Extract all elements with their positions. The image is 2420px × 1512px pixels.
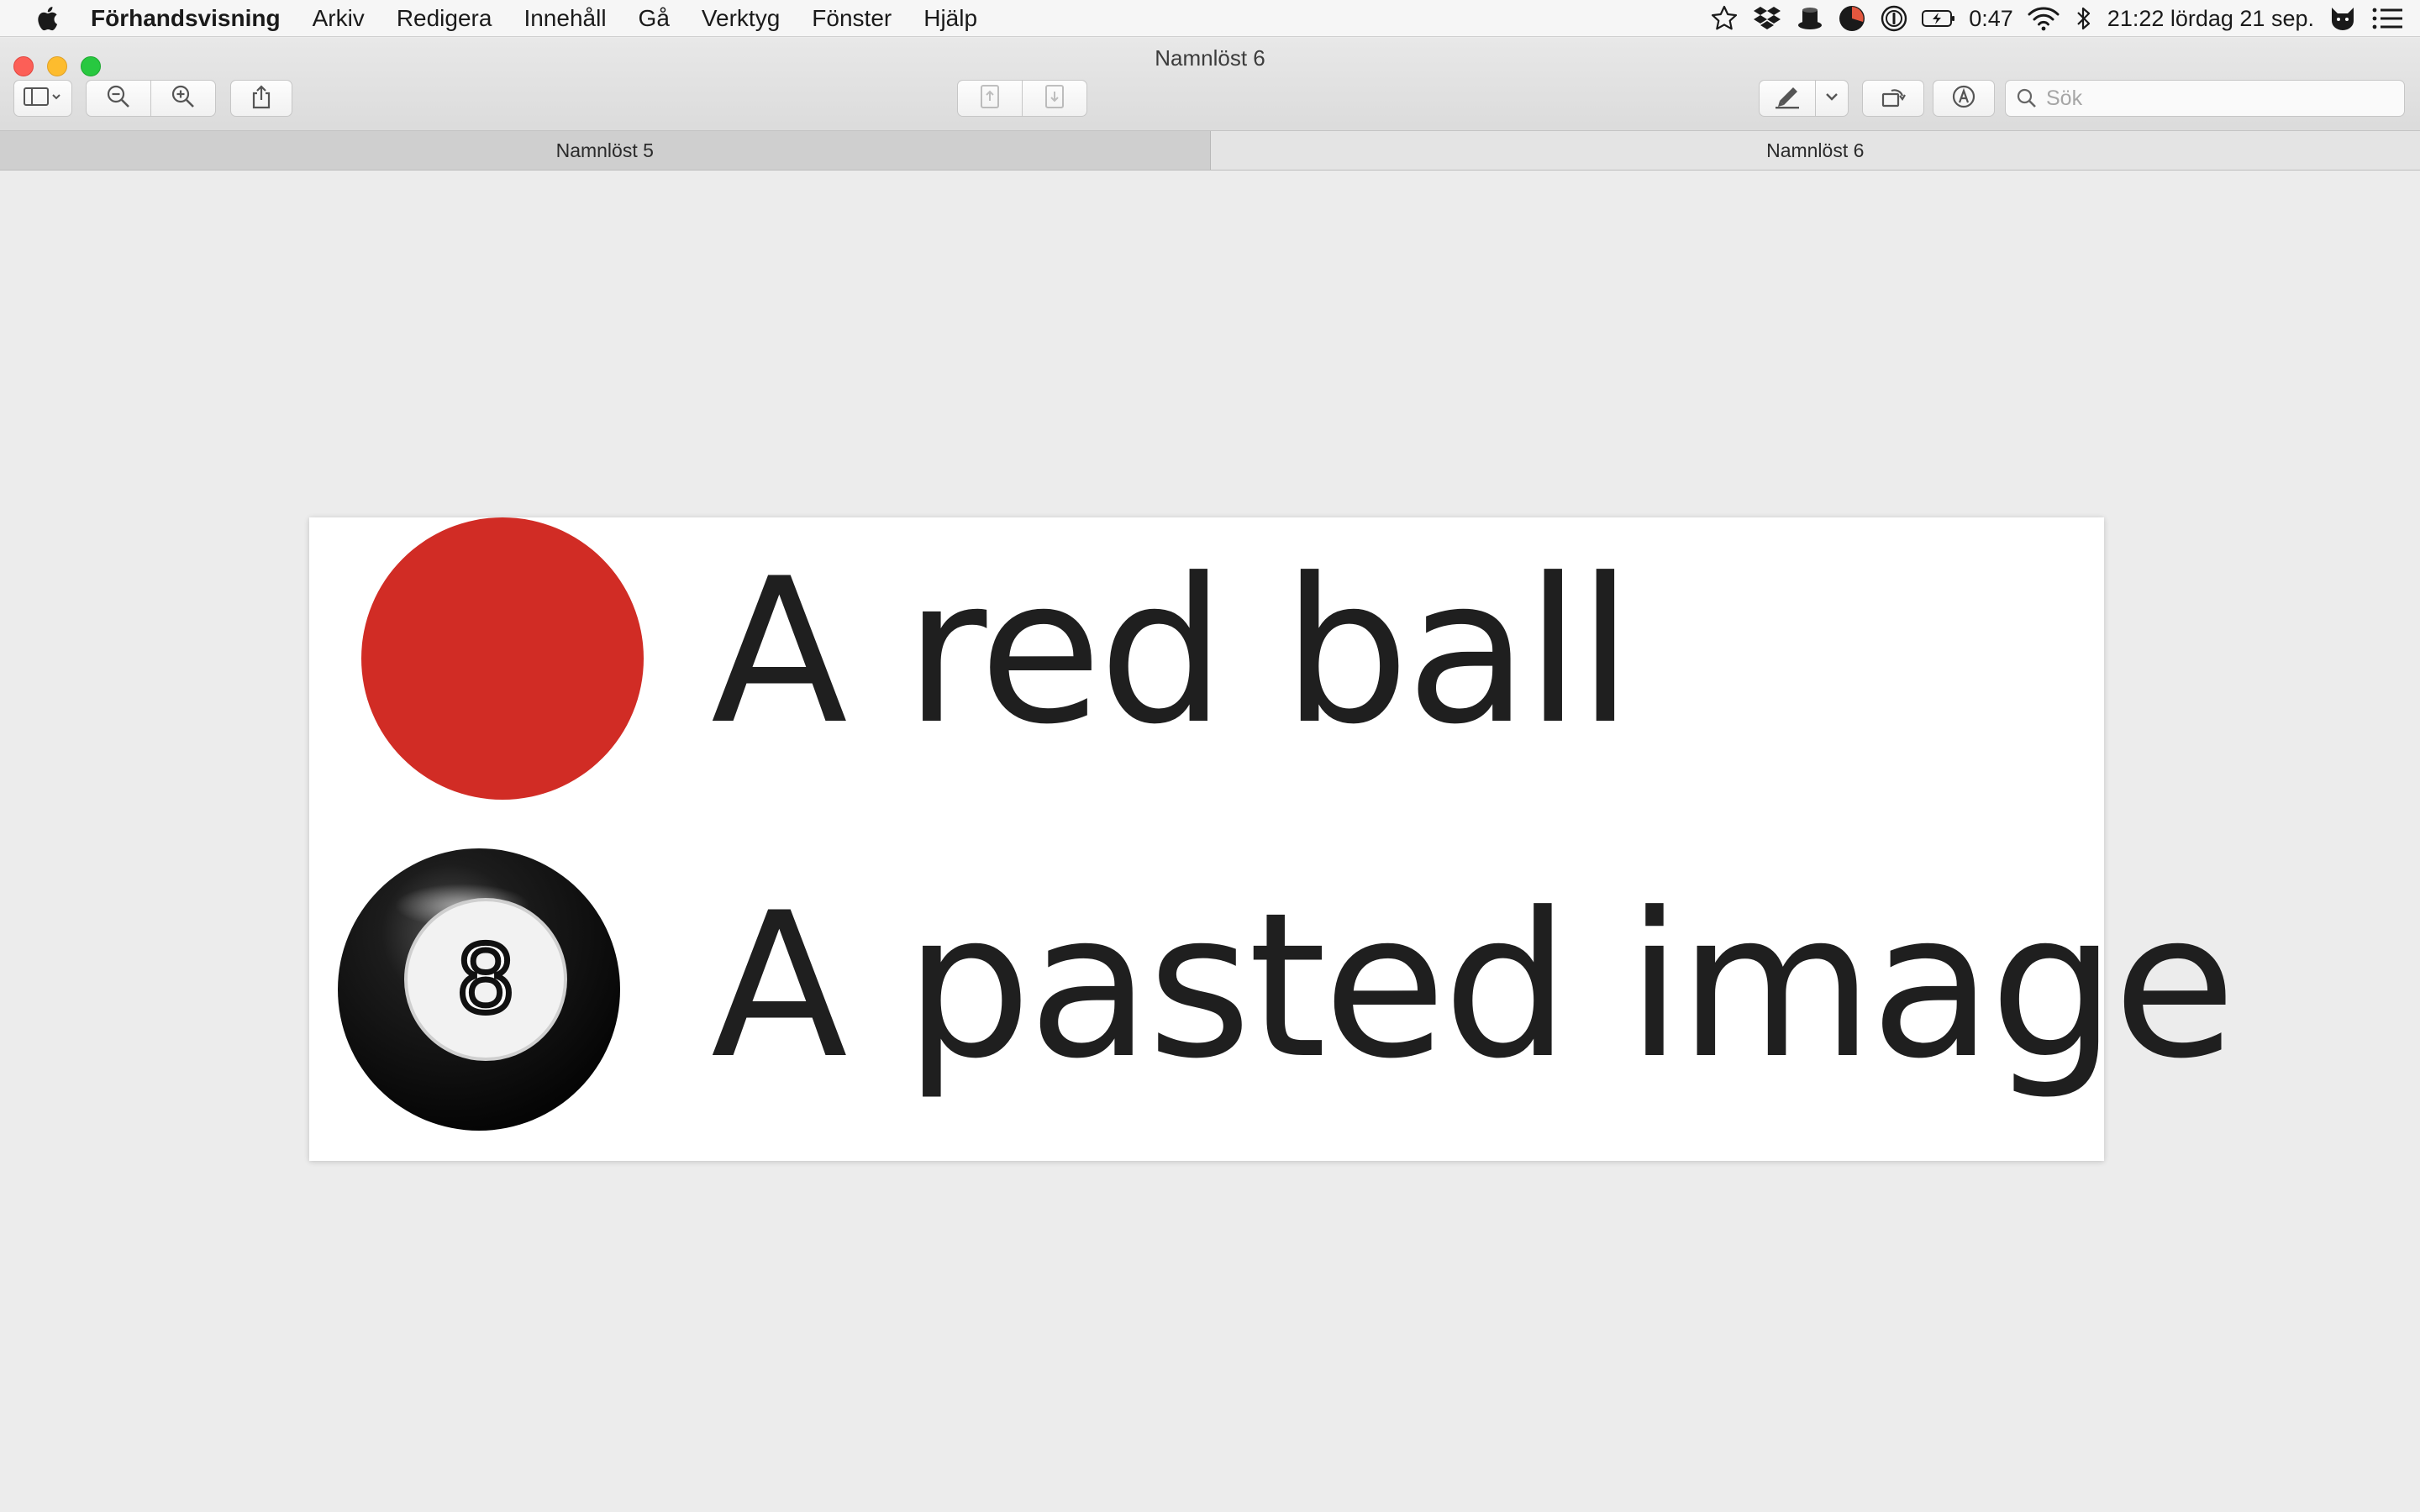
- previous-page-button[interactable]: [957, 80, 1023, 117]
- document-line-pasted-image: A pasted image: [711, 870, 2236, 1103]
- sidebar-button[interactable]: [13, 80, 72, 117]
- share-icon: [250, 84, 272, 113]
- hat-icon[interactable]: [1796, 0, 1824, 37]
- menubar-clock[interactable]: 21:22 lördag 21 sep.: [2107, 0, 2314, 37]
- bluetooth-icon[interactable]: [2074, 0, 2094, 37]
- rotate-icon: [1880, 84, 1907, 113]
- menu-ga[interactable]: Gå: [639, 5, 670, 32]
- eight-ball-number: 8: [456, 926, 515, 1033]
- tab-bar: Namnlöst 5 Namnlöst 6: [0, 130, 2420, 171]
- page-up-icon: [979, 84, 1001, 113]
- rotate-button[interactable]: [1862, 80, 1924, 117]
- apple-menu-icon[interactable]: [29, 0, 66, 37]
- star-icon[interactable]: [1710, 0, 1739, 37]
- search-icon: [2016, 87, 2038, 109]
- menu-redigera[interactable]: Redigera: [397, 5, 492, 32]
- menu-hjalp[interactable]: Hjälp: [923, 5, 977, 32]
- document-page: A red ball 8 A pasted image: [309, 517, 2236, 1161]
- tab-namnlost-6[interactable]: Namnlöst 6: [1210, 131, 2420, 170]
- wifi-icon[interactable]: [2027, 0, 2060, 37]
- status-area: 0:47 21:22 lördag 21 sep.: [1697, 0, 2403, 37]
- menu-arkiv[interactable]: Arkiv: [313, 5, 365, 32]
- highlight-menu-button[interactable]: [1815, 80, 1849, 117]
- pie-icon[interactable]: [1838, 0, 1866, 37]
- menu-fonster[interactable]: Fönster: [812, 5, 892, 32]
- battery-icon[interactable]: [1922, 0, 1955, 37]
- annotate-icon: [1951, 84, 1976, 113]
- zoom-in-button[interactable]: [150, 80, 216, 117]
- menu-bar: Förhandsvisning Arkiv Redigera Innehåll …: [0, 0, 2420, 37]
- markup-toolbar-button[interactable]: [1933, 80, 1995, 117]
- document-line-red-ball: A red ball: [711, 536, 1633, 769]
- highlight-button[interactable]: [1759, 80, 1816, 117]
- red-ball-image: [361, 517, 644, 800]
- next-page-button[interactable]: [1022, 80, 1087, 117]
- battery-time: 0:47: [1969, 5, 2013, 31]
- menu-verktyg[interactable]: Verktyg: [702, 5, 780, 32]
- cat-icon[interactable]: [2328, 0, 2358, 37]
- page-down-icon: [1044, 84, 1065, 113]
- window-toolbar: Namnlöst 6 Sök Namnlöst 5 Namnlöst 6: [0, 38, 2420, 171]
- eight-ball-image: 8: [336, 847, 622, 1132]
- zoom-out-button[interactable]: [86, 80, 151, 117]
- search-input[interactable]: [2044, 85, 2384, 112]
- menu-app-name[interactable]: Förhandsvisning: [91, 5, 281, 32]
- share-button[interactable]: [230, 80, 292, 117]
- window-title: Namnlöst 6: [1155, 45, 1265, 71]
- dropbox-icon[interactable]: [1752, 0, 1782, 37]
- search-field[interactable]: [2005, 80, 2405, 117]
- password-icon[interactable]: [1880, 0, 1908, 37]
- zoom-out-icon: [106, 84, 131, 113]
- sidebar-icon: [23, 86, 63, 112]
- list-icon[interactable]: [2371, 0, 2403, 37]
- zoom-in-icon: [171, 84, 196, 113]
- menu-innehall[interactable]: Innehåll: [523, 5, 606, 32]
- markup-pen-icon: [1773, 84, 1802, 113]
- chevron-down-icon: [1824, 91, 1839, 106]
- tab-namnlost-5[interactable]: Namnlöst 5: [0, 131, 1211, 170]
